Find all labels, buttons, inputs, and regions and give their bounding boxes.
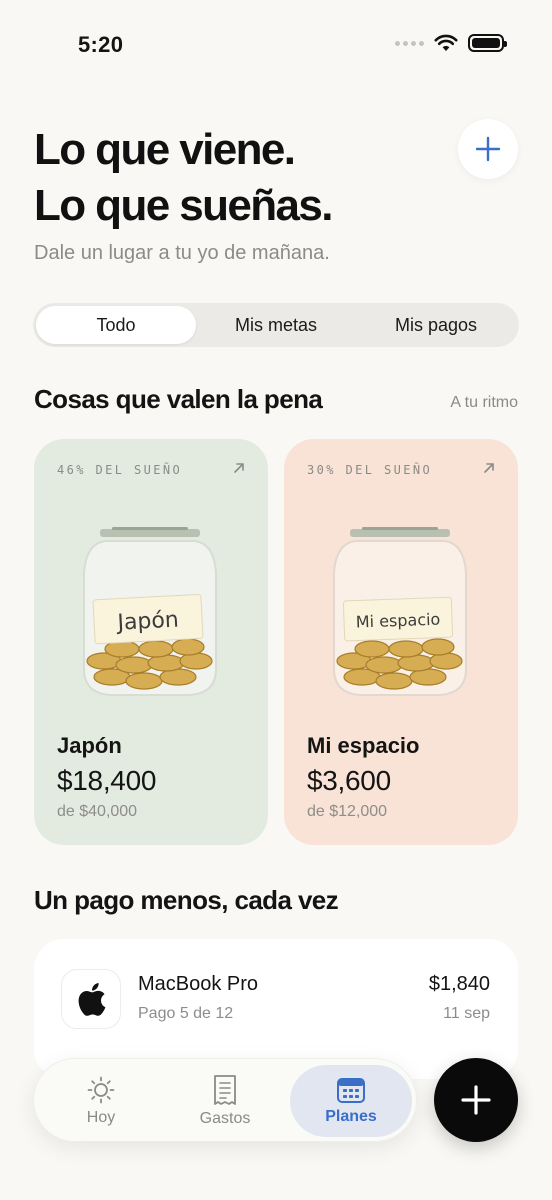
status-time: 5:20 (78, 32, 124, 57)
goal-progress-label: 30% DEL SUEÑO (307, 463, 433, 477)
sun-icon (87, 1076, 115, 1104)
segment-mis-metas[interactable]: Mis metas (196, 306, 356, 344)
page-subtitle: Dale un lugar a tu yo de mañana. (34, 242, 330, 264)
cellular-signal-icon (395, 40, 424, 46)
arrow-up-right-icon (234, 463, 244, 473)
goals-section-link[interactable]: A tu ritmo (450, 394, 518, 412)
tab-gastos[interactable]: Gastos (164, 1065, 286, 1137)
payment-icon-box (61, 969, 121, 1029)
goal-target: de $12,000 (307, 803, 388, 820)
segment-mis-pagos[interactable]: Mis pagos (356, 306, 516, 344)
tab-hoy[interactable]: Hoy (40, 1065, 162, 1137)
segment-todo[interactable]: Todo (36, 306, 196, 344)
payment-detail: Pago 5 de 12 (138, 1005, 234, 1022)
goal-name: Japón (57, 733, 122, 758)
page-title-line-1: Lo que viene. (34, 125, 296, 174)
payment-amount: $1,840 (428, 973, 490, 995)
calendar-icon (337, 1078, 365, 1103)
payment-name: MacBook Pro (138, 973, 259, 995)
tab-planes[interactable]: Planes (290, 1065, 412, 1137)
segmented-control: Todo Mis metas Mis pagos (33, 303, 519, 347)
payment-date: 11 sep (443, 1005, 490, 1022)
goals-section-title: Cosas que valen la pena (34, 384, 323, 414)
goal-card-mi-espacio[interactable]: 30% DEL SUEÑO Mi espacio Mi espacio $3,6… (284, 439, 518, 845)
add-plan-button[interactable] (458, 119, 518, 179)
tab-hoy-label: Hoy (86, 1109, 116, 1126)
plus-icon (461, 1085, 491, 1115)
plus-icon (475, 136, 501, 162)
goal-amount: $18,400 (57, 765, 157, 796)
arrow-up-right-icon (484, 463, 494, 473)
receipt-icon (214, 1075, 236, 1105)
battery-icon (468, 34, 507, 52)
tab-bar: Hoy Gastos Planes (33, 1058, 417, 1142)
jar-label-text: Japón (115, 608, 180, 636)
goal-target: de $40,000 (57, 803, 138, 820)
tab-gastos-label: Gastos (199, 1110, 251, 1127)
status-bar: 5:20 (0, 0, 552, 90)
page-title-line-2: Lo que sueñas. (34, 181, 333, 230)
page-title: Lo que viene. Lo que sueñas. (34, 122, 333, 234)
payments-section-title: Un pago menos, cada vez (34, 885, 339, 915)
goal-name: Mi espacio (307, 733, 420, 758)
savings-jar-illustration: Japón (83, 527, 217, 696)
goal-amount: $3,600 (307, 765, 391, 796)
tab-planes-label: Planes (325, 1108, 377, 1125)
wifi-icon (434, 34, 458, 51)
status-icons (395, 34, 507, 52)
apple-logo-icon (78, 983, 106, 1016)
add-floating-button[interactable] (434, 1058, 518, 1142)
jar-label-text: Mi espacio (355, 610, 440, 632)
goal-progress-label: 46% DEL SUEÑO (57, 463, 183, 477)
goal-card-japon[interactable]: 46% DEL SUEÑO Japón Japón $18,400 de $40… (34, 439, 268, 845)
savings-jar-illustration: Mi espacio (333, 527, 467, 696)
